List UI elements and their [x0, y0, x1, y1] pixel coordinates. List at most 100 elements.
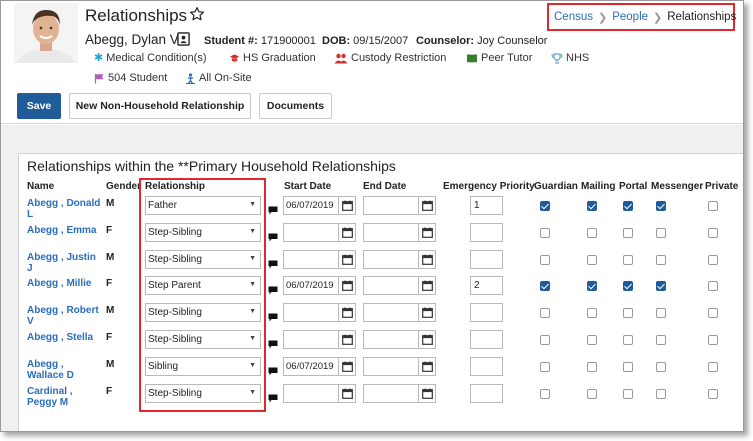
end-date-calendar-button[interactable]	[418, 303, 436, 323]
messenger-checkbox[interactable]	[656, 254, 666, 265]
portal-checkbox[interactable]	[623, 254, 633, 265]
portal-checkbox[interactable]	[623, 335, 633, 345]
relationship-select[interactable]: Step-Sibling ▼	[145, 330, 261, 349]
flag-504-student[interactable]: 504 Student	[94, 72, 167, 84]
end-date-calendar-button[interactable]	[418, 222, 436, 242]
person-name-link[interactable]: Cardinal , Peggy M	[27, 386, 103, 408]
mailing-checkbox[interactable]	[587, 281, 597, 292]
flag-custody-restriction[interactable]: Custody Restriction	[334, 52, 446, 64]
private-checkbox[interactable]	[708, 201, 718, 211]
portal-checkbox[interactable]	[623, 361, 633, 372]
messenger-checkbox[interactable]	[656, 335, 666, 345]
messenger-checkbox[interactable]	[656, 201, 666, 211]
flag-hs-graduation[interactable]: HS Graduation	[229, 52, 316, 64]
start-date-calendar-button[interactable]	[338, 196, 356, 215]
guardian-checkbox[interactable]	[540, 361, 550, 372]
start-date-calendar-button[interactable]	[338, 249, 356, 269]
start-date-input[interactable]	[283, 303, 339, 323]
private-checkbox[interactable]	[708, 227, 718, 238]
person-name-link[interactable]: Abegg , Wallace D	[27, 359, 103, 381]
emergency-priority-input[interactable]: 2	[470, 276, 503, 296]
flag-all-on-site[interactable]: All On-Site	[185, 72, 252, 84]
comment-icon[interactable]	[268, 394, 278, 403]
new-non-household-relationship-button[interactable]: New Non-Household Relationship	[69, 93, 251, 119]
mailing-checkbox[interactable]	[587, 335, 597, 345]
portal-checkbox[interactable]	[623, 281, 633, 292]
comment-icon[interactable]	[268, 367, 278, 376]
private-checkbox[interactable]	[708, 308, 718, 319]
portal-checkbox[interactable]	[623, 308, 633, 319]
person-name-link[interactable]: Abegg , Donald L	[27, 198, 103, 220]
person-name-link[interactable]: Abegg , Stella	[27, 332, 103, 343]
start-date-calendar-button[interactable]	[338, 276, 356, 296]
end-date-calendar-button[interactable]	[418, 249, 436, 269]
comment-icon[interactable]	[268, 340, 278, 349]
mailing-checkbox[interactable]	[587, 227, 597, 238]
private-checkbox[interactable]	[708, 388, 718, 399]
relationship-select[interactable]: Sibling ▼	[145, 356, 261, 376]
end-date-calendar-button[interactable]	[418, 196, 436, 215]
comment-icon[interactable]	[268, 286, 278, 295]
start-date-input[interactable]	[283, 383, 339, 403]
end-date-input[interactable]	[363, 276, 419, 296]
portal-checkbox[interactable]	[623, 388, 633, 399]
start-date-calendar-button[interactable]	[338, 383, 356, 403]
messenger-checkbox[interactable]	[656, 227, 666, 238]
messenger-checkbox[interactable]	[656, 388, 666, 399]
breadcrumb-census[interactable]: Census	[554, 11, 593, 23]
person-name-link[interactable]: Abegg , Millie	[27, 278, 103, 289]
start-date-input[interactable]: 06/07/2019	[283, 276, 339, 296]
comment-icon[interactable]	[268, 233, 278, 242]
private-checkbox[interactable]	[708, 254, 718, 265]
guardian-checkbox[interactable]	[540, 227, 550, 238]
emergency-priority-input[interactable]	[470, 303, 503, 323]
start-date-calendar-button[interactable]	[338, 356, 356, 376]
mailing-checkbox[interactable]	[587, 361, 597, 372]
mailing-checkbox[interactable]	[587, 388, 597, 399]
portal-checkbox[interactable]	[623, 227, 633, 238]
private-checkbox[interactable]	[708, 361, 718, 372]
flag-nhs[interactable]: NHS	[551, 52, 589, 64]
end-date-calendar-button[interactable]	[418, 330, 436, 349]
end-date-input[interactable]	[363, 249, 419, 269]
breadcrumb-people[interactable]: People	[612, 11, 648, 23]
messenger-checkbox[interactable]	[656, 281, 666, 292]
guardian-checkbox[interactable]	[540, 388, 550, 399]
guardian-checkbox[interactable]	[540, 281, 550, 292]
comment-icon[interactable]	[268, 313, 278, 322]
comment-icon[interactable]	[268, 260, 278, 269]
guardian-checkbox[interactable]	[540, 201, 550, 211]
flag-medical-condition[interactable]: ✱ Medical Condition(s)	[94, 52, 206, 64]
mailing-checkbox[interactable]	[587, 308, 597, 319]
emergency-priority-input[interactable]: 1	[470, 196, 503, 215]
documents-button[interactable]: Documents	[259, 93, 332, 119]
relationship-select[interactable]: Step-Sibling ▼	[145, 303, 261, 323]
person-name-link[interactable]: Abegg , Emma	[27, 225, 103, 236]
relationship-select[interactable]: Step-Sibling ▼	[145, 222, 261, 242]
star-icon[interactable]	[189, 5, 205, 23]
relationship-select[interactable]: Step Parent ▼	[145, 276, 261, 296]
guardian-checkbox[interactable]	[540, 308, 550, 319]
end-date-input[interactable]	[363, 303, 419, 323]
messenger-checkbox[interactable]	[656, 361, 666, 372]
emergency-priority-input[interactable]	[470, 330, 503, 349]
guardian-checkbox[interactable]	[540, 335, 550, 345]
start-date-input[interactable]	[283, 249, 339, 269]
save-button[interactable]: Save	[17, 93, 61, 119]
flag-peer-tutor[interactable]: Peer Tutor	[466, 52, 532, 64]
portal-checkbox[interactable]	[623, 201, 633, 211]
emergency-priority-input[interactable]	[470, 383, 503, 403]
private-checkbox[interactable]	[708, 335, 718, 345]
end-date-input[interactable]	[363, 356, 419, 376]
start-date-calendar-button[interactable]	[338, 303, 356, 323]
start-date-input[interactable]: 06/07/2019	[283, 356, 339, 376]
start-date-input[interactable]	[283, 330, 339, 349]
end-date-input[interactable]	[363, 196, 419, 215]
start-date-calendar-button[interactable]	[338, 222, 356, 242]
mailing-checkbox[interactable]	[587, 201, 597, 211]
private-checkbox[interactable]	[708, 281, 718, 292]
end-date-calendar-button[interactable]	[418, 356, 436, 376]
messenger-checkbox[interactable]	[656, 308, 666, 319]
emergency-priority-input[interactable]	[470, 222, 503, 242]
emergency-priority-input[interactable]	[470, 356, 503, 376]
